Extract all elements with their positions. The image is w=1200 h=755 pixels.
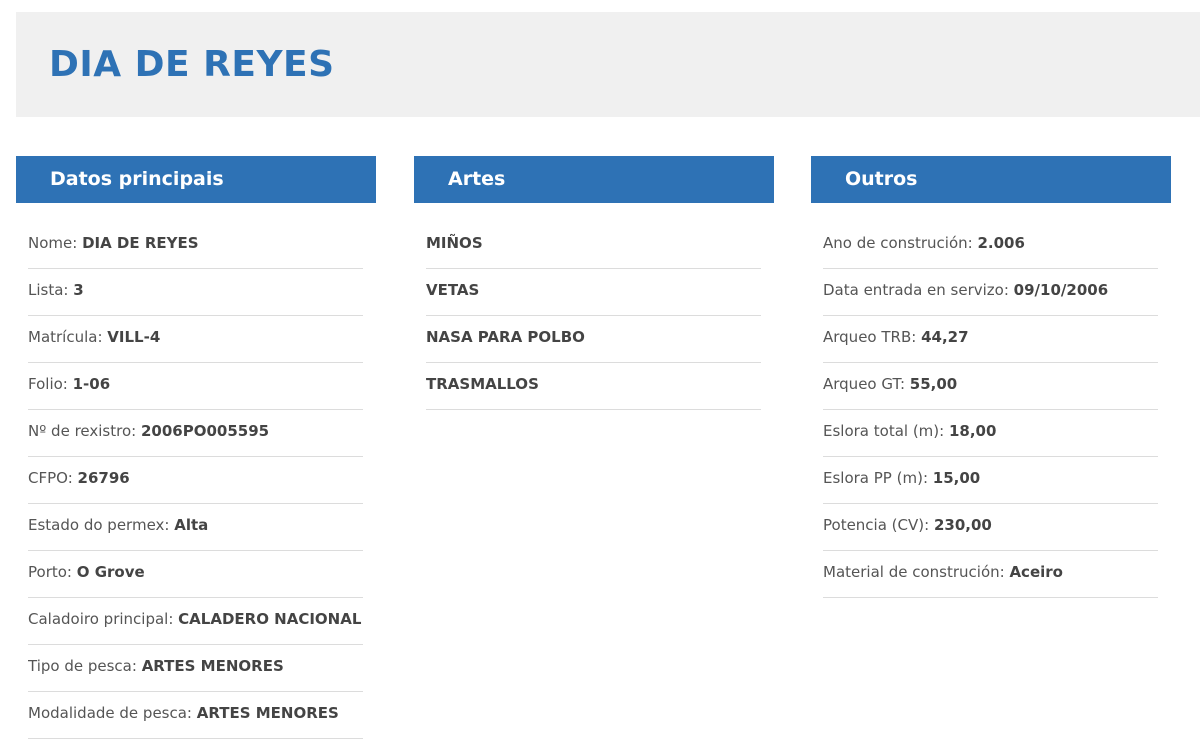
list-item: Data entrada en servizo: 09/10/2006 <box>823 269 1158 316</box>
list-item: Material de construción: Aceiro <box>823 551 1158 598</box>
list-item: NASA PARA POLBO <box>426 316 761 363</box>
list-item: Lista: 3 <box>28 269 363 316</box>
field-value: TRASMALLOS <box>426 375 539 393</box>
field-label: Nº de rexistro: <box>28 422 141 440</box>
page-title: DIA DE REYES <box>49 44 335 85</box>
field-value: ARTES MENORES <box>196 704 339 722</box>
field-value: 1-06 <box>72 375 111 393</box>
field-label: Arqueo GT: <box>823 375 910 393</box>
field-value: 26796 <box>77 469 130 487</box>
list-item: Ano de construción: 2.006 <box>823 222 1158 269</box>
field-label: Tipo de pesca: <box>28 657 142 675</box>
panel-header-datos-principais: Datos principais <box>16 156 376 203</box>
list-item: Eslora PP (m): 15,00 <box>823 457 1158 504</box>
field-label: Arqueo TRB: <box>823 328 922 346</box>
list-item: CFPO: 26796 <box>28 457 363 504</box>
list-item: MIÑOS <box>426 222 761 269</box>
field-label: Eslora total (m): <box>823 422 949 440</box>
field-label: Caladoiro principal: <box>28 610 179 628</box>
field-value: 18,00 <box>948 422 997 440</box>
field-value: 44,27 <box>921 328 969 346</box>
list-item: VETAS <box>426 269 761 316</box>
field-value: MIÑOS <box>426 234 483 252</box>
list-item: Matrícula: VILL-4 <box>28 316 363 363</box>
field-value: Alta <box>174 516 209 534</box>
field-value: 230,00 <box>933 516 992 534</box>
field-label: Folio: <box>28 375 73 393</box>
outros-list: Ano de construción: 2.006 Data entrada en… <box>811 222 1171 598</box>
list-item: Arqueo GT: 55,00 <box>823 363 1158 410</box>
list-item: Tipo de pesca: ARTES MENORES <box>28 645 363 692</box>
list-item: Porto: O Grove <box>28 551 363 598</box>
field-label: Modalidade de pesca: <box>28 704 197 722</box>
panel-datos-principais: Datos principais Nome: DIA DE REYES Lista… <box>16 156 376 739</box>
panel-outros: Outros Ano de construción: 2.006 Data ent… <box>811 156 1171 598</box>
panel-header-outros: Outros <box>811 156 1171 203</box>
field-value: O Grove <box>76 563 145 581</box>
field-value: CALADERO NACIONAL <box>178 610 362 628</box>
list-item: Eslora total (m): 18,00 <box>823 410 1158 457</box>
list-item: Nº de rexistro: 2006PO005595 <box>28 410 363 457</box>
field-label: Material de construción: <box>823 563 1010 581</box>
field-value: VETAS <box>426 281 480 299</box>
list-item: Folio: 1-06 <box>28 363 363 410</box>
field-value: 2.006 <box>977 234 1025 252</box>
field-label: Data entrada en servizo: <box>823 281 1014 299</box>
list-item: TRASMALLOS <box>426 363 761 410</box>
field-value: 09/10/2006 <box>1013 281 1109 299</box>
field-value: 55,00 <box>909 375 958 393</box>
artes-list: MIÑOS VETAS NASA PARA POLBO TRASMALLOS <box>414 222 774 410</box>
field-label: Nome: <box>28 234 83 252</box>
field-label: Lista: <box>28 281 74 299</box>
panel-artes: Artes MIÑOS VETAS NASA PARA POLBO TRASMALLO… <box>414 156 774 410</box>
field-value: 3 <box>73 281 84 299</box>
field-label: Ano de construción: <box>823 234 978 252</box>
field-label: Potencia (CV): <box>823 516 934 534</box>
field-value: 15,00 <box>932 469 981 487</box>
field-value: DIA DE REYES <box>82 234 199 252</box>
field-value: Aceiro <box>1009 563 1063 581</box>
datos-principais-list: Nome: DIA DE REYES Lista: 3 Matrícula: VIL… <box>16 222 376 739</box>
list-item: Nome: DIA DE REYES <box>28 222 363 269</box>
title-bar: DIA DE REYES <box>16 12 1200 117</box>
field-label: Matrícula: <box>28 328 108 346</box>
list-item: Potencia (CV): 230,00 <box>823 504 1158 551</box>
field-label: Estado do permex: <box>28 516 175 534</box>
field-value: NASA PARA POLBO <box>426 328 585 346</box>
field-value: 2006PO005595 <box>140 422 270 440</box>
list-item: Caladoiro principal: CALADERO NACIONAL <box>28 598 363 645</box>
list-item: Modalidade de pesca: ARTES MENORES <box>28 692 363 739</box>
field-label: Porto: <box>28 563 77 581</box>
field-label: Eslora PP (m): <box>823 469 933 487</box>
panel-header-artes: Artes <box>414 156 774 203</box>
field-value: ARTES MENORES <box>141 657 284 675</box>
field-label: CFPO: <box>28 469 78 487</box>
field-value: VILL-4 <box>107 328 161 346</box>
list-item: Estado do permex: Alta <box>28 504 363 551</box>
list-item: Arqueo TRB: 44,27 <box>823 316 1158 363</box>
